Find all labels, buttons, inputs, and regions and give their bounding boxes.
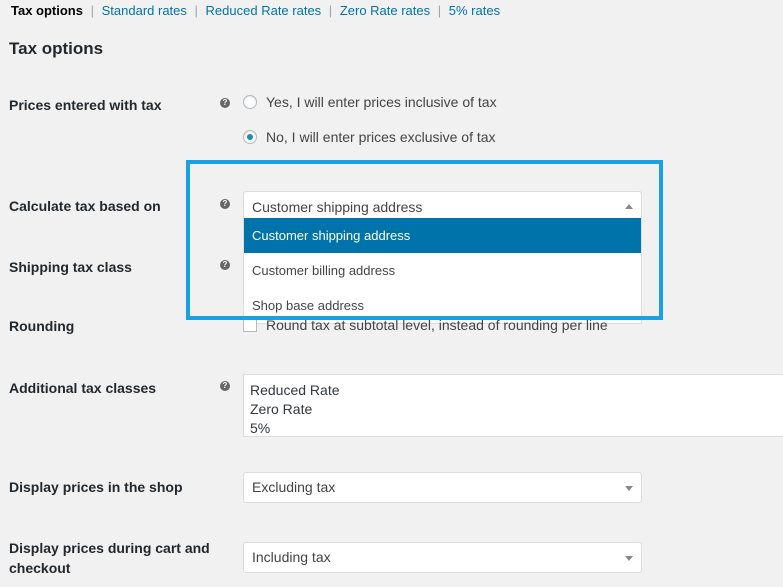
display-prices-cart-label: Display prices during cart and checkout xyxy=(9,538,210,578)
subnav-current-tax-options[interactable]: Tax options xyxy=(11,3,83,18)
subnav-link-reduced-rate-rates[interactable]: Reduced Rate rates xyxy=(206,3,322,18)
prices-entered-label: Prices entered with tax xyxy=(9,97,162,113)
tax-subnav: Tax options | Standard rates | Reduced R… xyxy=(11,3,500,18)
highlight-annotation-box xyxy=(186,160,663,320)
additional-tax-classes-textarea[interactable]: Reduced Rate Zero Rate 5% xyxy=(243,374,783,437)
select-value: Including tax xyxy=(252,549,331,565)
subnav-separator: | xyxy=(328,3,333,18)
subnav-link-5-percent-rates[interactable]: 5% rates xyxy=(449,3,500,18)
label-line: checkout xyxy=(9,560,71,576)
subnav-link-zero-rate-rates[interactable]: Zero Rate rates xyxy=(340,3,430,18)
radio-prices-exclusive[interactable]: No, I will enter prices exclusive of tax xyxy=(243,129,496,145)
help-tip-icon[interactable]: ? xyxy=(220,98,230,108)
radio-button-checked[interactable] xyxy=(243,130,257,144)
section-title: Tax options xyxy=(9,39,104,58)
subnav-separator: | xyxy=(90,3,94,18)
radio-label: Yes, I will enter prices inclusive of ta… xyxy=(266,94,497,110)
subnav-separator: | xyxy=(194,3,198,18)
display-prices-cart-select[interactable]: Including tax xyxy=(243,542,642,573)
chevron-down-icon xyxy=(625,486,633,491)
shipping-tax-class-label: Shipping tax class xyxy=(9,259,132,275)
subnav-separator: | xyxy=(437,3,442,18)
textarea-line: Reduced Rate xyxy=(250,382,340,398)
subnav-link-standard-rates[interactable]: Standard rates xyxy=(102,3,187,18)
textarea-line: 5% xyxy=(250,420,271,436)
select-value: Excluding tax xyxy=(252,479,336,495)
rounding-label: Rounding xyxy=(9,318,75,334)
radio-prices-inclusive[interactable]: Yes, I will enter prices inclusive of ta… xyxy=(243,94,497,110)
textarea-line: Zero Rate xyxy=(250,401,313,417)
display-prices-shop-select[interactable]: Excluding tax xyxy=(243,472,642,503)
help-tip-icon[interactable]: ? xyxy=(220,381,230,391)
rounding-checkbox[interactable] xyxy=(243,318,257,332)
display-prices-shop-label: Display prices in the shop xyxy=(9,479,183,495)
label-line: Display prices during cart and xyxy=(9,540,210,556)
calculate-tax-based-on-label: Calculate tax based on xyxy=(9,198,161,214)
radio-label: No, I will enter prices exclusive of tax xyxy=(266,129,496,145)
chevron-down-icon xyxy=(625,556,633,561)
additional-tax-classes-label: Additional tax classes xyxy=(9,380,157,396)
radio-button-unchecked[interactable] xyxy=(243,95,257,109)
tax-settings-page: Tax options | Standard rates | Reduced R… xyxy=(0,0,783,587)
